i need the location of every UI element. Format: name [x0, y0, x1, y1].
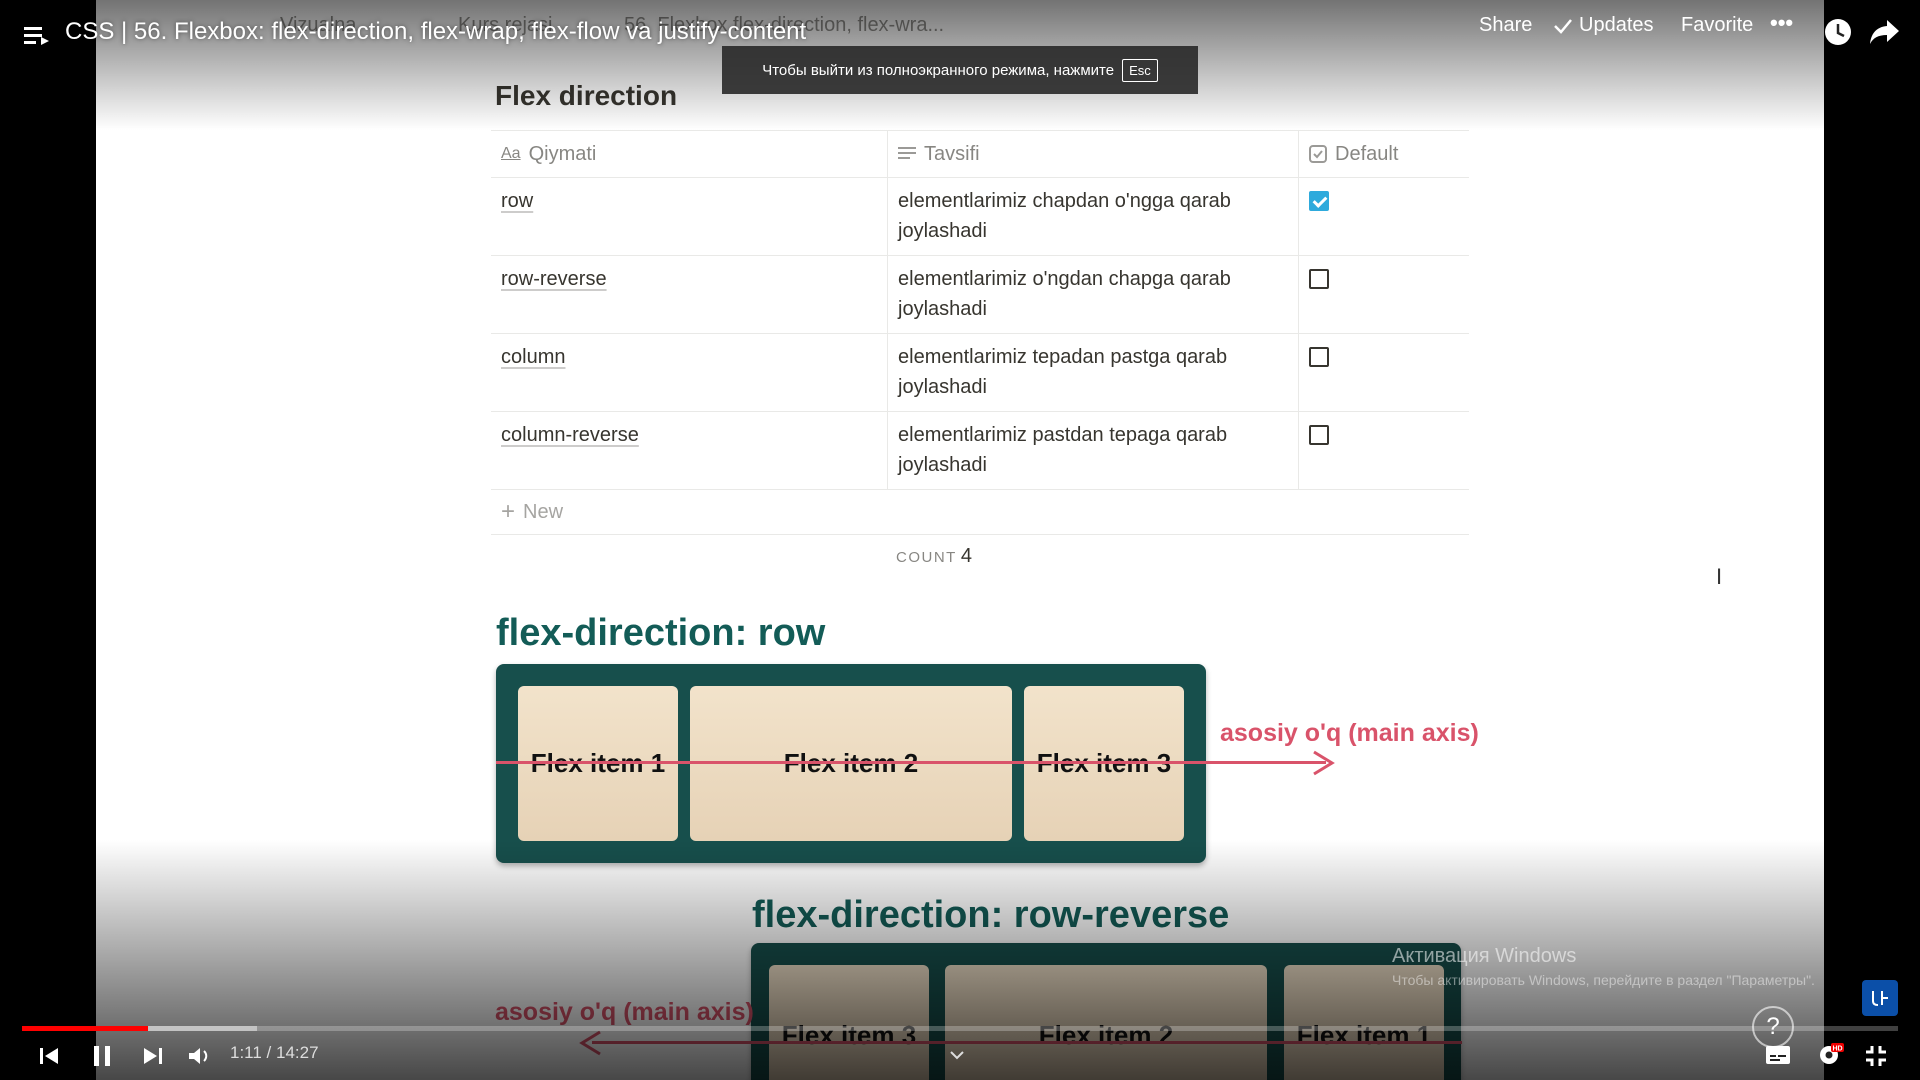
- toast-text: Чтобы выйти из полноэкранного режима, на…: [762, 61, 1115, 79]
- new-label: New: [523, 500, 564, 523]
- next-icon[interactable]: [140, 1043, 166, 1069]
- check-icon: [1554, 18, 1572, 34]
- progress-played: [22, 1026, 148, 1031]
- esc-key: Esc: [1122, 58, 1158, 82]
- table-row[interactable]: column-reverse elementlarimiz pastdan te…: [491, 412, 1469, 490]
- video-title[interactable]: CSS | 56. Flexbox: flex-direction, flex-…: [65, 18, 806, 46]
- time-total: 14:27: [276, 1043, 319, 1062]
- table-row[interactable]: row elementlarimiz chapdan o'ngga qarab …: [491, 178, 1469, 256]
- main-axis-label: asosiy o'q (main axis): [495, 998, 754, 1026]
- column-header-qiymati[interactable]: Aa Qiymati: [491, 131, 888, 177]
- updates-label: Updates: [1579, 14, 1654, 36]
- help-button[interactable]: ?: [1752, 1006, 1794, 1048]
- share-arrow-icon[interactable]: [1868, 16, 1902, 48]
- favorite-button[interactable]: Favorite: [1681, 14, 1753, 37]
- row-value[interactable]: column-reverse: [501, 424, 639, 446]
- checkbox-icon: [1309, 145, 1327, 163]
- windows-activation-title: Активация Windows: [1392, 945, 1577, 967]
- flex-container-row-reverse: Flex item 3 Flex item 2 Flex item 1: [751, 943, 1461, 1080]
- row-description: elementlarimiz tepadan pastga qarab joyl…: [888, 334, 1299, 411]
- windows-activation-text: Чтобы активировать Windows, перейдите в …: [1392, 972, 1815, 988]
- progress-bar[interactable]: [22, 1026, 1898, 1031]
- main-axis-line: [592, 1041, 1462, 1044]
- main-axis-line: [496, 761, 1326, 764]
- column-label: Qiymati: [528, 143, 597, 165]
- row-description: elementlarimiz chapdan o'ngga qarab joyl…: [888, 178, 1299, 255]
- row-description: elementlarimiz o'ngdan chapga qarab joyl…: [888, 256, 1299, 333]
- row-value[interactable]: column: [501, 346, 565, 368]
- row-value[interactable]: row: [501, 190, 533, 212]
- table-row[interactable]: row-reverse elementlarimiz o'ngdan chapg…: [491, 256, 1469, 334]
- default-checkbox-checked[interactable]: [1309, 191, 1329, 211]
- text-cursor-icon: I: [1716, 564, 1723, 589]
- text-type-icon: Aa: [501, 145, 521, 162]
- flex-item: Flex item 2: [945, 965, 1267, 1080]
- column-label: Default: [1335, 143, 1399, 165]
- table-row[interactable]: column elementlarimiz tepadan pastga qar…: [491, 334, 1469, 412]
- new-row-button[interactable]: + New: [491, 490, 1469, 535]
- count-summary[interactable]: COUNT 4: [896, 545, 972, 568]
- extension-icon[interactable]: [1862, 980, 1898, 1016]
- subtitles-icon[interactable]: [1764, 1044, 1792, 1066]
- previous-icon[interactable]: [36, 1043, 62, 1069]
- volume-icon[interactable]: [186, 1042, 214, 1070]
- column-header-tavsifi[interactable]: Tavsifi: [888, 131, 1299, 177]
- time-separator: /: [261, 1043, 276, 1062]
- column-label: Tavsifi: [924, 143, 980, 165]
- settings-gear-icon[interactable]: HD: [1814, 1040, 1846, 1068]
- playlist-icon[interactable]: [22, 20, 52, 50]
- count-value: 4: [960, 545, 972, 567]
- share-button[interactable]: Share: [1479, 14, 1532, 37]
- row-value[interactable]: row-reverse: [501, 268, 607, 290]
- plus-icon: +: [501, 498, 516, 525]
- row-description: elementlarimiz pastdan tepaga qarab joyl…: [888, 412, 1299, 489]
- arrow-left-icon: [579, 1030, 601, 1056]
- time-current: 1:11: [230, 1043, 262, 1062]
- table-header-row: Aa Qiymati Tavsifi Default: [491, 131, 1469, 178]
- database-title: Flex direction: [495, 80, 678, 111]
- diagram-title-row: flex-direction: row: [496, 612, 826, 654]
- count-label: COUNT: [896, 549, 957, 566]
- default-checkbox[interactable]: [1309, 425, 1329, 445]
- diagram-title-row-reverse: flex-direction: row-reverse: [752, 894, 1230, 936]
- chevron-down-icon[interactable]: [946, 1044, 968, 1066]
- default-checkbox[interactable]: [1309, 269, 1329, 289]
- more-options-icon[interactable]: •••: [1770, 10, 1793, 36]
- column-header-default[interactable]: Default: [1299, 131, 1469, 177]
- fullscreen-exit-toast: Чтобы выйти из полноэкранного режима, на…: [722, 46, 1198, 94]
- updates-button[interactable]: Updates: [1553, 14, 1654, 37]
- time-display: 1:11 / 14:27: [230, 1043, 319, 1063]
- svg-text:HD: HD: [1833, 1046, 1843, 1053]
- flex-direction-table: Aa Qiymati Tavsifi Default row elementla…: [491, 130, 1469, 535]
- video-frame[interactable]: Vizualna Kurs rejasi 56. Flexbox flex-di…: [96, 0, 1824, 1080]
- exit-fullscreen-icon[interactable]: [1862, 1042, 1890, 1070]
- watch-later-icon[interactable]: [1822, 16, 1854, 48]
- arrow-right-icon: [1313, 750, 1335, 776]
- main-axis-label: asosiy o'q (main axis): [1220, 719, 1479, 747]
- lines-icon: [898, 147, 916, 159]
- default-checkbox[interactable]: [1309, 347, 1329, 367]
- flex-item: Flex item 3: [769, 965, 929, 1080]
- pause-icon[interactable]: [88, 1042, 116, 1070]
